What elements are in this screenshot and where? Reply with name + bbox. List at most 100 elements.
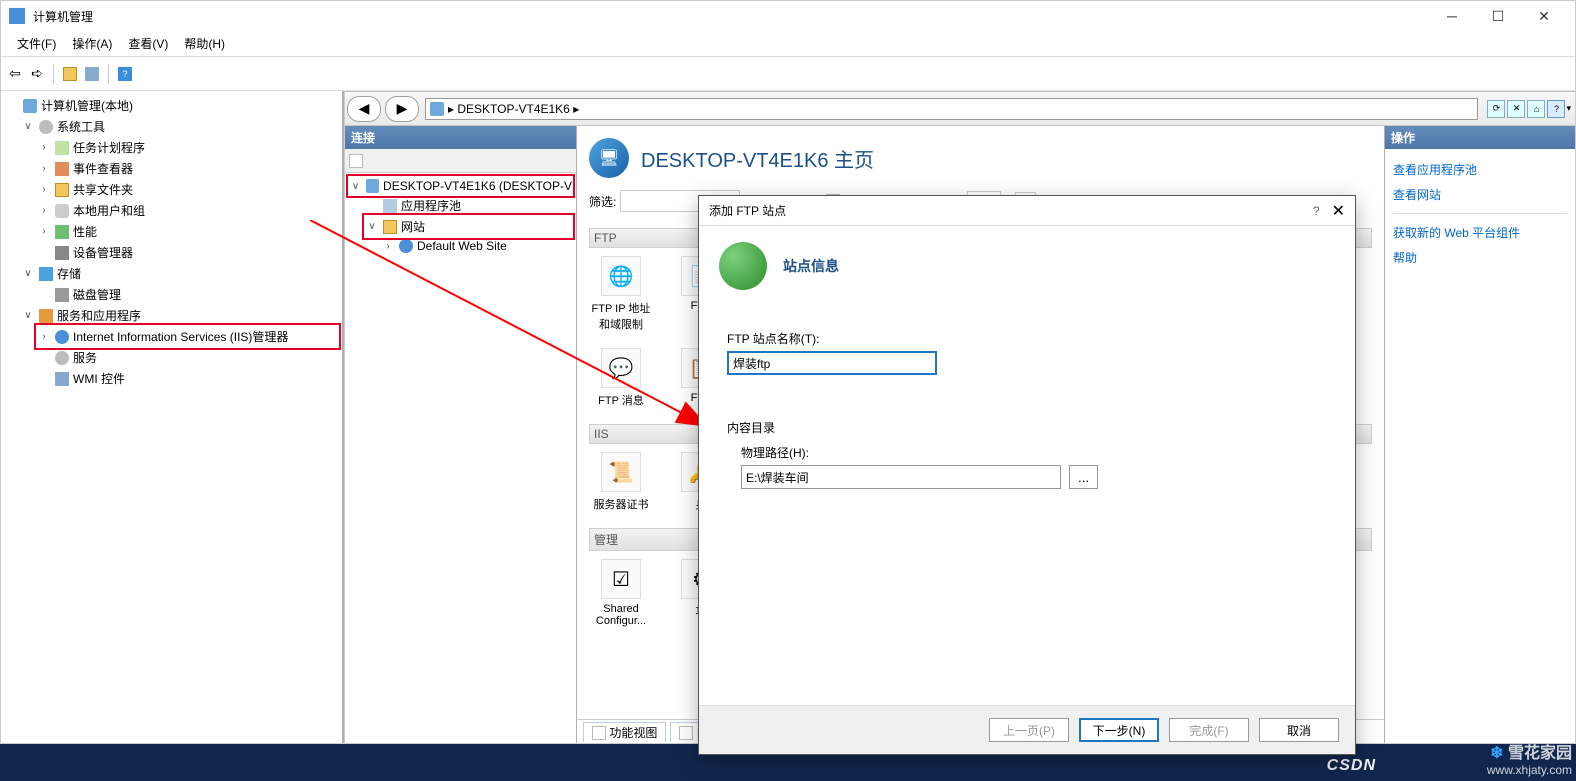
tab-feature-view[interactable]: 功能视图 bbox=[583, 722, 666, 742]
tree-iis-manager[interactable]: › Internet Information Services (IIS)管理器 bbox=[37, 326, 338, 347]
tree-label: Internet Information Services (IIS)管理器 bbox=[73, 328, 288, 345]
tree-task-scheduler[interactable]: ›任务计划程序 bbox=[37, 137, 338, 158]
tree-local-users[interactable]: ›本地用户和组 bbox=[37, 200, 338, 221]
menu-file[interactable]: 文件(F) bbox=[9, 33, 64, 54]
globe-icon bbox=[719, 242, 767, 290]
conn-default-site[interactable]: ›Default Web Site bbox=[381, 237, 572, 255]
iis-refresh-icon[interactable]: ⟳ bbox=[1487, 100, 1505, 118]
explore-icon[interactable] bbox=[60, 64, 80, 84]
tree-label: 磁盘管理 bbox=[73, 286, 121, 303]
wm-brand: ❄ 雪花家园 bbox=[1487, 739, 1572, 763]
action-view-pools[interactable]: 查看应用程序池 bbox=[1393, 157, 1567, 182]
tree-toggle[interactable]: › bbox=[37, 184, 51, 195]
menu-help[interactable]: 帮助(H) bbox=[176, 33, 233, 54]
tree-toggle[interactable]: › bbox=[37, 142, 51, 153]
feature-shared-config[interactable]: ☑Shared Configur... bbox=[589, 559, 653, 627]
browse-button[interactable]: ... bbox=[1069, 465, 1098, 489]
iis-home-icon[interactable]: ⌂ bbox=[1527, 100, 1545, 118]
tree-toggle[interactable]: ∨ bbox=[365, 221, 379, 232]
tree-toggle[interactable]: › bbox=[381, 241, 395, 252]
add-ftp-site-dialog: 添加 FTP 站点 ? ✕ 站点信息 FTP 站点名称(T): 内容目录 物理路… bbox=[698, 195, 1356, 755]
tree-label: 应用程序池 bbox=[401, 197, 461, 214]
tab-icon bbox=[679, 726, 693, 740]
dialog-heading: 站点信息 bbox=[783, 256, 839, 276]
breadcrumb-host: DESKTOP-VT4E1K6 bbox=[457, 102, 570, 116]
tree-device-manager[interactable]: 设备管理器 bbox=[37, 242, 338, 263]
action-view-sites[interactable]: 查看网站 bbox=[1393, 182, 1567, 207]
wm-url: www.xhjaty.com bbox=[1487, 763, 1572, 777]
iis-help-icon[interactable]: ? bbox=[1547, 100, 1565, 118]
feature-ftp-ip[interactable]: 🌐FTP IP 地址和域限制 bbox=[589, 256, 653, 332]
tree-toggle[interactable]: › bbox=[37, 331, 51, 342]
tree-toggle[interactable]: ∨ bbox=[349, 181, 362, 192]
tab-icon bbox=[592, 726, 606, 740]
iis-forward-button[interactable]: ▶ bbox=[385, 96, 419, 122]
iis-icon bbox=[55, 330, 69, 344]
tree-event-viewer[interactable]: › 事件查看器 bbox=[37, 158, 338, 179]
pool-icon bbox=[383, 199, 397, 213]
host-icon bbox=[430, 102, 444, 116]
prev-button: 上一页(P) bbox=[989, 718, 1069, 742]
question-icon: ? bbox=[118, 67, 132, 81]
tree-services-apps[interactable]: ∨服务和应用程序 bbox=[21, 305, 338, 326]
tree-root[interactable]: 计算机管理(本地) bbox=[5, 95, 338, 116]
chevron-down-icon[interactable]: ▾ bbox=[1566, 103, 1571, 114]
conn-app-pools[interactable]: 应用程序池 bbox=[365, 195, 572, 216]
share-icon bbox=[55, 183, 69, 197]
tree-services[interactable]: 服务 bbox=[37, 347, 338, 368]
forward-button[interactable]: ➪ bbox=[27, 64, 47, 84]
tree-system-tools[interactable]: ∨ 系统工具 bbox=[21, 116, 338, 137]
iis-stop-icon[interactable]: ✕ bbox=[1507, 100, 1525, 118]
dialog-title: 添加 FTP 站点 bbox=[709, 202, 1313, 219]
cancel-button[interactable]: 取消 bbox=[1259, 718, 1339, 742]
iis-navbar: ◀ ▶ ▸ DESKTOP-VT4E1K6 ▸ ⟳ ✕ ⌂ ? ▾ bbox=[345, 91, 1575, 126]
svc-icon bbox=[55, 351, 69, 365]
page-icon[interactable] bbox=[349, 154, 363, 168]
feature-server-cert[interactable]: 📜服务器证书 bbox=[589, 452, 653, 512]
tree-shared-folders[interactable]: ›共享文件夹 bbox=[37, 179, 338, 200]
site-name-input[interactable] bbox=[727, 351, 937, 375]
ftp-msg-icon: 💬 bbox=[601, 348, 641, 388]
dialog-help-button[interactable]: ? bbox=[1313, 204, 1320, 218]
breadcrumb[interactable]: ▸ DESKTOP-VT4E1K6 ▸ bbox=[425, 98, 1478, 120]
menu-view[interactable]: 查看(V) bbox=[120, 33, 176, 54]
feature-ftp-msg[interactable]: 💬FTP 消息 bbox=[589, 348, 653, 408]
next-button[interactable]: 下一步(N) bbox=[1079, 718, 1159, 742]
sep bbox=[108, 64, 109, 84]
tree-label: 事件查看器 bbox=[73, 160, 133, 177]
menu-action[interactable]: 操作(A) bbox=[64, 33, 120, 54]
minimize-button[interactable]: ─ bbox=[1429, 1, 1475, 31]
physical-path-input[interactable] bbox=[741, 465, 1061, 489]
tree-storage[interactable]: ∨存储 bbox=[21, 263, 338, 284]
help-icon[interactable]: ? bbox=[115, 64, 135, 84]
tree-wmi-control[interactable]: WMI 控件 bbox=[37, 368, 338, 389]
page-title: DESKTOP-VT4E1K6 主页 bbox=[641, 144, 874, 173]
connections-header: 连接 bbox=[345, 126, 576, 149]
tree-toggle[interactable]: ∨ bbox=[21, 268, 35, 279]
tree-performance[interactable]: ›性能 bbox=[37, 221, 338, 242]
content-dir-label: 内容目录 bbox=[727, 419, 1327, 436]
dialog-close-button[interactable]: ✕ bbox=[1332, 201, 1345, 221]
filter-label: 筛选: bbox=[589, 193, 616, 210]
tree-toggle[interactable]: › bbox=[37, 226, 51, 237]
action-web-platform[interactable]: 获取新的 Web 平台组件 bbox=[1393, 220, 1567, 245]
tree-label: 系统工具 bbox=[57, 118, 105, 135]
tree-toggle[interactable]: › bbox=[37, 205, 51, 216]
tree-toggle[interactable]: ∨ bbox=[21, 310, 35, 321]
tree-disk-mgmt[interactable]: 磁盘管理 bbox=[37, 284, 338, 305]
conn-host-node[interactable]: ∨DESKTOP-VT4E1K6 (DESKTOP-V bbox=[349, 177, 572, 195]
tree-toggle[interactable]: ∨ bbox=[21, 121, 35, 132]
computer-icon bbox=[366, 179, 379, 193]
iis-back-button[interactable]: ◀ bbox=[347, 96, 381, 122]
conn-sites[interactable]: ∨网站 bbox=[365, 216, 572, 237]
properties-icon[interactable] bbox=[82, 64, 102, 84]
breadcrumb-sep: ▸ bbox=[448, 102, 457, 116]
tree-toggle[interactable]: › bbox=[37, 163, 51, 174]
toolbar: ⇦ ➪ ? bbox=[1, 56, 1575, 91]
back-button[interactable]: ⇦ bbox=[5, 64, 25, 84]
close-button[interactable]: ✕ bbox=[1521, 1, 1567, 31]
action-help[interactable]: 帮助 bbox=[1393, 245, 1567, 270]
watermark: ❄ 雪花家园 www.xhjaty.com bbox=[1487, 739, 1572, 777]
maximize-button[interactable]: ☐ bbox=[1475, 1, 1521, 31]
computer-icon bbox=[23, 99, 37, 113]
